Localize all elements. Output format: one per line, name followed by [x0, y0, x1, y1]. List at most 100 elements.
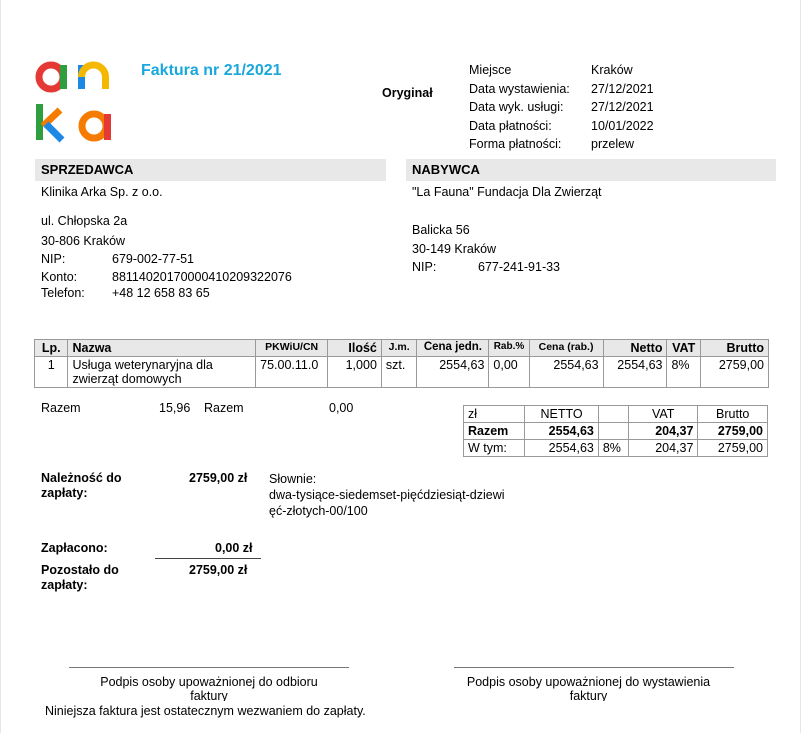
signature-left: Podpis osoby upoważnionej do odbioru fak… — [69, 675, 349, 701]
seller-phone: +48 12 658 83 65 — [112, 286, 210, 300]
logo-a-bowl — [35, 61, 67, 93]
logo-r-arc — [78, 61, 109, 89]
seller-nip: 679-002-77-51 — [112, 252, 195, 266]
logo-a2-stem — [104, 114, 111, 140]
paid-underline — [155, 558, 261, 559]
buyer-nip: 677-241-91-33 — [478, 260, 561, 274]
summary-total-vat: 204,37 — [627, 422, 699, 440]
table-row: 1 Usługa weterynaryjna dla zwierząt domo… — [33, 356, 770, 388]
col-discount: Rab.% — [488, 339, 530, 357]
col-unit-price: Cena jedn. — [416, 339, 490, 357]
signature-left-line1: Podpis osoby upoważnionej do odbioru — [100, 675, 318, 689]
col-unit: J.m. — [380, 339, 418, 357]
meta-label: Data wyk. usługi: — [469, 100, 564, 114]
summary-breakdown-label: W tym: — [462, 439, 526, 457]
meta-label: Miejsce — [469, 63, 512, 77]
due-label: Należność do zapłaty: — [41, 471, 122, 501]
invoice-title: Faktura nr 21/2021 — [141, 62, 282, 79]
item-net: 2554,63 — [602, 356, 668, 388]
seller-account-label: Konto: — [41, 270, 78, 284]
seller-phone-label: Telefon: — [41, 286, 85, 300]
meta-value: 10/01/2022 — [591, 118, 654, 133]
seller-street: ul. Chłopska 2a — [41, 214, 128, 228]
signature-right-line2: faktury — [569, 689, 608, 701]
paid-amount: 0,00 zł — [215, 541, 253, 555]
summary-total-label: Razem — [462, 422, 526, 440]
arka-logo — [35, 61, 111, 143]
item-lp: 1 — [33, 356, 69, 388]
col-net: Netto — [602, 339, 668, 357]
remaining-amount: 2759,00 zł — [189, 563, 248, 577]
summary-header-row: zł NETTO VAT Brutto — [462, 405, 768, 423]
col-disc-price: Cena (rab.) — [528, 339, 604, 357]
summary-breakdown-gross: 2759,00 — [697, 439, 768, 457]
signature-line-left — [69, 667, 349, 668]
buyer-nip-label: NIP: — [412, 260, 437, 274]
meta-label: Data płatności: — [469, 118, 552, 133]
summary-table: zł NETTO VAT Brutto Razem 2554,63 204,37… — [462, 405, 768, 457]
meta-values: Kraków 27/12/2021 27/12/2021 10/01/2022 … — [591, 61, 654, 154]
summary-currency: zł — [462, 405, 526, 423]
buyer-name: "La Fauna" Fundacja Dla Zwierząt — [412, 185, 602, 199]
due-amount: 2759,00 zł — [189, 471, 248, 485]
copy-label: Oryginał — [382, 86, 433, 100]
seller-account: 88114020170000410209322076 — [112, 270, 292, 284]
meta-value: 27/12/2021 — [591, 100, 654, 114]
buyer-city: 30-149 Kraków — [412, 242, 497, 256]
summary-net-header: NETTO — [524, 405, 599, 423]
meta-label: Forma płatności: — [469, 137, 562, 151]
due-words-line2: ęć-złotych-00/100 — [269, 504, 368, 518]
items-table: Lp. Nazwa PKWiU/CN Ilość J.m. Cena jedn.… — [33, 339, 770, 388]
razem-left-value2: 0,00 — [329, 401, 354, 415]
due-words-label: Słownie: — [269, 472, 317, 486]
remaining-label-line1: Pozostało do — [41, 563, 119, 577]
buyer-header: NABYWCA — [406, 159, 776, 181]
buyer-street: Balicka 56 — [412, 223, 470, 237]
meta-label: Data wystawienia: — [469, 81, 570, 96]
razem-left-label2: Razem — [204, 401, 244, 415]
item-gross: 2759,00 — [699, 356, 770, 388]
col-qty: Ilość — [327, 339, 382, 357]
col-gross: Brutto — [699, 339, 770, 357]
meta-value: Kraków — [591, 63, 633, 77]
item-name-line1: Usługa weterynaryjna dla — [72, 358, 213, 372]
paid-label: Zapłacono: — [41, 541, 108, 555]
footer-note: Niniejsza faktura jest ostatecznym wezwa… — [45, 704, 366, 718]
summary-breakdown-vat: 204,37 — [627, 439, 699, 457]
item-unit-price: 2554,63 — [416, 356, 490, 388]
item-name: Usługa weterynaryjna dla zwierząt domowy… — [67, 356, 257, 388]
summary-rate-header — [597, 405, 629, 423]
item-pkwiu: 75.00.11.0 — [255, 356, 329, 388]
logo-k-stem — [36, 104, 43, 140]
signature-right-line1: Podpis osoby upoważnionej do wystawienia — [466, 675, 711, 689]
logo-a2-bowl — [78, 110, 110, 142]
item-unit: szt. — [380, 356, 418, 388]
summary-total-gross: 2759,00 — [697, 422, 768, 440]
due-label-line1: Należność do — [41, 471, 122, 485]
item-name-line2: zwierząt domowych — [72, 372, 182, 386]
col-lp: Lp. — [33, 339, 69, 357]
logo-k-arm — [40, 107, 63, 129]
signature-left-line2: faktury — [190, 689, 228, 701]
due-label-line2: zapłaty: — [41, 486, 88, 500]
summary-breakdown-net: 2554,63 — [524, 439, 599, 457]
summary-total-rate — [597, 422, 629, 440]
item-qty: 1,000 — [327, 356, 382, 388]
due-words: Słownie: dwa-tysiące-siedemset-pięćdzies… — [269, 471, 505, 519]
items-header-row: Lp. Nazwa PKWiU/CN Ilość J.m. Cena jedn.… — [33, 339, 770, 357]
meta-value: 27/12/2021 — [591, 81, 654, 96]
remaining-label-line2: zapłaty: — [41, 578, 88, 592]
summary-gross-header: Brutto — [697, 405, 768, 423]
item-disc-price: 2554,63 — [528, 356, 604, 388]
logo-a-stem — [60, 65, 67, 89]
razem-left-label1: Razem — [41, 401, 81, 415]
remaining-label: Pozostało do zapłaty: — [41, 563, 119, 593]
col-pkwiu: PKWiU/CN — [255, 339, 329, 357]
meta-labels: Miejsce Data wystawienia: Data wyk. usłu… — [469, 61, 570, 154]
logo-k-leg — [43, 121, 65, 143]
summary-total-net: 2554,63 — [524, 422, 599, 440]
summary-vat-header: VAT — [627, 405, 699, 423]
item-discount: 0,00 — [488, 356, 530, 388]
seller-nip-label: NIP: — [41, 252, 66, 266]
item-vat: 8% — [666, 356, 701, 388]
